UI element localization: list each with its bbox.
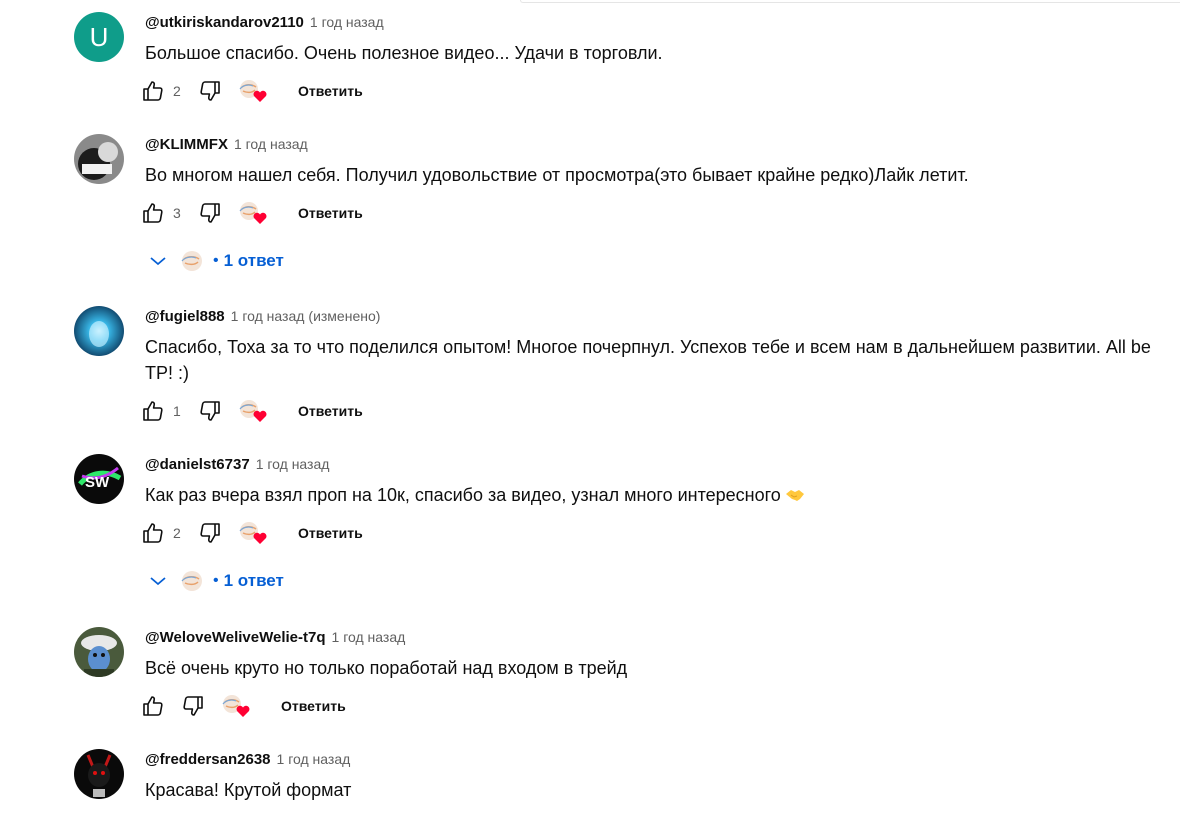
thumb-up-icon: [143, 696, 163, 716]
thumb-up-icon: [143, 523, 163, 543]
like-count: 1: [173, 403, 181, 419]
comment-author[interactable]: @danielst6737: [145, 456, 250, 473]
like-count: 2: [173, 83, 181, 99]
creator-heart: [236, 200, 270, 226]
comment-time[interactable]: 1 год назад: [310, 14, 384, 30]
thumb-up-icon: [143, 81, 163, 101]
creator-heart-icon: [239, 400, 267, 422]
comment-text-content: Как раз вчера взял проп на 10к, спасибо …: [145, 485, 781, 505]
comment-text: Как раз вчера взял проп на 10к, спасибо …: [145, 482, 1175, 508]
view-replies-button[interactable]: • 1 ответ: [148, 246, 284, 276]
reply-button[interactable]: Ответить: [298, 525, 363, 541]
comment-text: Спасибо, Тоха за то что поделился опытом…: [145, 337, 1151, 383]
creator-heart: [236, 398, 270, 424]
like-button[interactable]: [140, 693, 166, 719]
svg-text:SW: SW: [85, 474, 110, 491]
creator-avatar: [177, 568, 207, 594]
avatar-letter: U: [89, 21, 109, 52]
comment-actions: Ответить: [140, 693, 346, 719]
thumb-down-icon: [183, 696, 203, 716]
comment-actions: 2 Ответить: [140, 78, 363, 104]
avatar[interactable]: [74, 306, 124, 356]
thumb-down-icon: [200, 523, 220, 543]
creator-heart: [236, 78, 270, 104]
comment-time[interactable]: 1 год назад: [231, 308, 305, 324]
like-count: 2: [173, 525, 181, 541]
comment-author[interactable]: @WeloveWeliveWelie-t7q: [145, 629, 326, 646]
comment-actions: 3 Ответить: [140, 200, 363, 226]
dislike-button[interactable]: [197, 398, 223, 424]
dislike-button[interactable]: [197, 520, 223, 546]
dislike-button[interactable]: [180, 693, 206, 719]
thumb-down-icon: [200, 81, 220, 101]
creator-heart-icon: [239, 80, 267, 102]
creator-avatar: [177, 248, 207, 274]
comment-time[interactable]: 1 год назад: [256, 456, 330, 472]
reply-button[interactable]: Ответить: [298, 205, 363, 221]
avatar[interactable]: [74, 749, 124, 799]
comment-author[interactable]: @KLIMMFX: [145, 136, 228, 153]
thumb-down-icon: [200, 203, 220, 223]
dislike-button[interactable]: [197, 78, 223, 104]
dislike-button[interactable]: [197, 200, 223, 226]
avatar[interactable]: [74, 134, 124, 184]
comment-time[interactable]: 1 год назад: [234, 136, 308, 152]
comment-author[interactable]: @freddersan2638: [145, 751, 271, 768]
like-button[interactable]: [140, 78, 166, 104]
chevron-down-icon: [150, 577, 166, 586]
reply-button[interactable]: Ответить: [298, 83, 363, 99]
like-button[interactable]: [140, 520, 166, 546]
comment-author[interactable]: @utkiriskandarov2110: [145, 14, 304, 31]
comment-actions: 1 Ответить: [140, 398, 363, 424]
creator-heart-icon: [239, 202, 267, 224]
comment-text: Всё очень круто но только поработай над …: [145, 658, 628, 678]
creator-heart-icon: [239, 522, 267, 544]
reply-button[interactable]: Ответить: [281, 698, 346, 714]
comment-text: Во многом нашел себя. Получил удовольств…: [145, 165, 969, 185]
top-divider: [520, 0, 1180, 3]
separator-dot: •: [213, 572, 219, 589]
chevron-down-icon: [150, 257, 166, 266]
comment-text: Большое спасибо. Очень полезное видео...…: [145, 43, 663, 63]
comment-time[interactable]: 1 год назад: [332, 629, 406, 645]
comment-text: Красава! Крутой формат: [145, 780, 352, 800]
comment-edited: (изменено): [308, 308, 381, 324]
comment-actions: 2 Ответить: [140, 520, 363, 546]
view-replies-button[interactable]: • 1 ответ: [148, 566, 284, 596]
replies-count-label[interactable]: 1 ответ: [224, 571, 284, 591]
separator-dot: •: [213, 252, 219, 269]
like-button[interactable]: [140, 200, 166, 226]
thumb-down-icon: [200, 401, 220, 421]
creator-heart: [219, 693, 253, 719]
comment-author[interactable]: @fugiel888: [145, 308, 225, 325]
handshake-emoji-icon: [785, 490, 804, 501]
reply-button[interactable]: Ответить: [298, 403, 363, 419]
avatar[interactable]: U: [74, 12, 124, 62]
like-button[interactable]: [140, 398, 166, 424]
avatar[interactable]: SW: [74, 454, 124, 504]
like-count: 3: [173, 205, 181, 221]
creator-heart-icon: [222, 695, 250, 717]
avatar[interactable]: [74, 627, 124, 677]
thumb-up-icon: [143, 401, 163, 421]
creator-heart: [236, 520, 270, 546]
comment-time[interactable]: 1 год назад: [277, 751, 351, 767]
thumb-up-icon: [143, 203, 163, 223]
replies-count-label[interactable]: 1 ответ: [224, 251, 284, 271]
